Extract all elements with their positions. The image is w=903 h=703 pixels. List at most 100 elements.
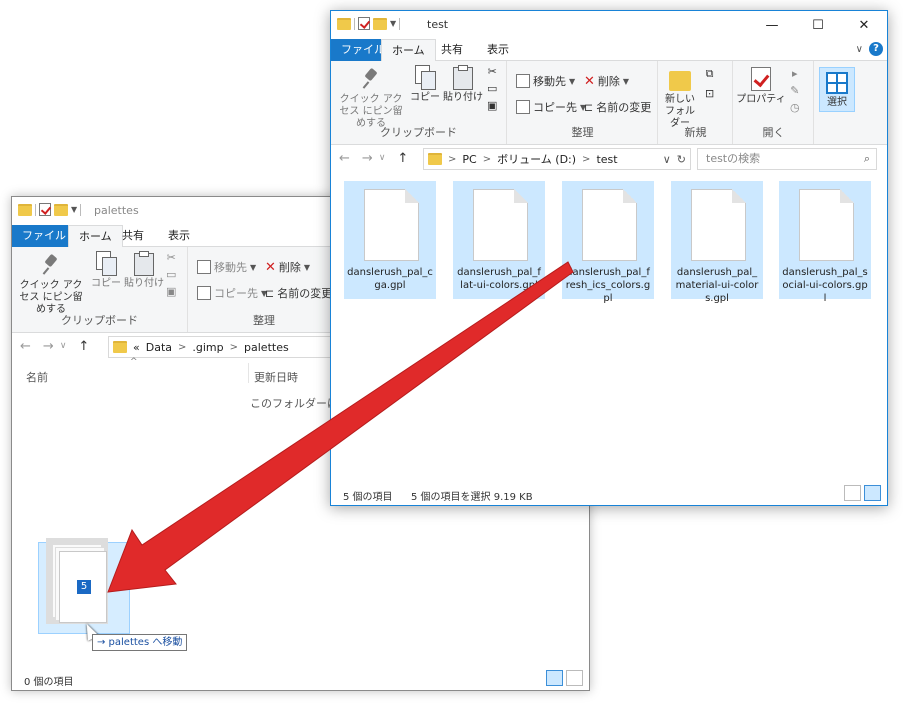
tab-file[interactable]: ファイル <box>12 225 76 247</box>
history-icon[interactable]: ◷ <box>790 101 800 114</box>
paste-shortcut-icon[interactable]: ▣ <box>487 99 497 112</box>
paste-shortcut-icon[interactable]: ▣ <box>166 285 176 298</box>
recent-dropdown-icon[interactable]: ∨ <box>60 339 67 354</box>
breadcrumb-overflow[interactable]: « <box>133 341 140 354</box>
breadcrumb-chevron-icon[interactable]: > <box>178 342 186 353</box>
breadcrumb-chevron-icon[interactable]: > <box>582 154 590 165</box>
pin-quick-access-button[interactable]: クイック アクセス にピン留めする <box>16 255 86 316</box>
breadcrumb-item[interactable]: test <box>596 153 617 166</box>
copy-path-icon[interactable]: ▭ <box>487 82 497 95</box>
new-folder-icon[interactable] <box>54 203 68 216</box>
file-item[interactable]: danslerush_pal_material-ui-colors.gpl <box>671 181 763 304</box>
select-button[interactable]: 選択 <box>819 67 855 112</box>
easy-access-icon[interactable]: ⊡ <box>705 87 714 100</box>
customize-dropdown-icon[interactable]: ▼ <box>71 205 77 214</box>
properties-check-icon[interactable] <box>39 203 51 216</box>
edit-icon[interactable]: ✎ <box>790 84 799 97</box>
clipboard-group: クイック アクセス にピン留めする コピー 貼り付け ✂ ▭ ▣ クリップボード <box>331 61 507 144</box>
drop-tooltip: → palettes へ移動 <box>92 634 188 651</box>
tab-view[interactable]: 表示 <box>477 39 519 61</box>
collapse-ribbon-icon[interactable]: ∨ <box>856 44 863 55</box>
breadcrumb-chevron-icon[interactable]: > <box>230 342 238 353</box>
large-icons-view-icon[interactable] <box>566 670 583 686</box>
sort-indicator-icon: ^ <box>130 357 138 367</box>
search-icon[interactable]: ⌕ <box>864 149 870 169</box>
move-to-label: 移動先 <box>214 261 247 274</box>
up-arrow-icon[interactable]: ↑ <box>397 151 408 166</box>
up-arrow-icon[interactable]: ↑ <box>78 339 89 354</box>
move-to-button[interactable]: 移動先 ▼ <box>197 259 256 275</box>
search-input[interactable]: testの検索 ⌕ <box>697 148 877 170</box>
minimize-icon[interactable]: — <box>749 11 795 39</box>
recent-dropdown-icon[interactable]: ∨ <box>379 151 386 166</box>
file-item[interactable]: danslerush_pal_cga.gpl <box>344 181 436 299</box>
pin-quick-access-button[interactable]: クイック アクセス にピン留めする <box>335 69 407 130</box>
rename-button[interactable]: ⊏ 名前の変更 <box>265 285 332 301</box>
file-item[interactable]: danslerush_pal_flat-ui-colors.gpl <box>453 181 545 299</box>
tab-view[interactable]: 表示 <box>158 225 200 247</box>
back-arrow-icon[interactable]: ← <box>339 151 350 166</box>
rename-button[interactable]: ⊏ 名前の変更 <box>584 99 651 115</box>
copy-to-button[interactable]: コピー先 ▼ <box>516 99 586 115</box>
details-view-icon[interactable] <box>546 670 563 686</box>
breadcrumb-item[interactable]: Data <box>146 341 172 354</box>
column-header-name[interactable]: 名前 <box>26 369 48 385</box>
address-dropdown-icon[interactable]: ∨ <box>663 153 671 166</box>
forward-arrow-icon[interactable]: → <box>362 151 373 166</box>
new-folder-icon <box>669 69 691 91</box>
paste-icon <box>134 251 154 276</box>
file-name: danslerush_pal_flat-ui-colors.gpl <box>457 267 541 291</box>
help-icon[interactable]: ? <box>869 42 883 56</box>
copy-button[interactable]: コピー <box>90 251 122 290</box>
column-header-date[interactable]: 更新日時 <box>254 369 298 385</box>
copy-path-icon[interactable]: ▭ <box>166 268 176 281</box>
new-item-icon[interactable]: ⧉ <box>706 67 714 81</box>
properties-check-icon[interactable] <box>358 17 370 30</box>
move-to-button[interactable]: 移動先 ▼ <box>516 73 575 89</box>
tab-share[interactable]: 共有 <box>112 225 154 247</box>
delete-button[interactable]: ✕ 削除 ▼ <box>265 259 310 275</box>
close-icon[interactable]: ✕ <box>841 11 887 39</box>
column-divider[interactable] <box>248 363 249 383</box>
file-item[interactable]: danslerush_pal_fresh_ics_colors.gpl <box>562 181 654 304</box>
paste-label: 貼り付け <box>124 278 164 289</box>
new-folder-button[interactable]: 新しい フォルダー <box>663 69 697 130</box>
delete-button[interactable]: ✕ 削除 ▼ <box>584 73 629 89</box>
title-bar[interactable]: ▼ test — ☐ ✕ <box>331 11 887 39</box>
breadcrumb-item[interactable]: .gimp <box>192 341 223 354</box>
copy-button[interactable]: コピー <box>409 65 441 104</box>
properties-button[interactable]: プロパティ <box>736 67 786 106</box>
folder-icon <box>428 153 442 165</box>
tab-home[interactable]: ホーム <box>381 39 436 62</box>
file-item[interactable]: danslerush_pal_social-ui-colors.gpl <box>779 181 871 304</box>
copy-to-button[interactable]: コピー先 ▼ <box>197 285 267 301</box>
address-bar[interactable]: > PC > ボリューム (D:) > test ∨ ↻ <box>423 148 691 170</box>
folder-icon <box>113 341 127 353</box>
details-view-icon[interactable] <box>844 485 861 501</box>
large-icons-view-icon[interactable] <box>864 485 881 501</box>
copy-icon <box>96 251 117 276</box>
breadcrumb-item[interactable]: palettes <box>244 341 289 354</box>
maximize-icon[interactable]: ☐ <box>795 11 841 39</box>
test-explorer-window[interactable]: ▼ test — ☐ ✕ ファイル ホーム 共有 表示 ∨ ? クイック アクセ… <box>330 10 888 506</box>
tab-share[interactable]: 共有 <box>431 39 473 61</box>
back-arrow-icon[interactable]: ← <box>20 339 31 354</box>
new-folder-icon[interactable] <box>373 17 387 30</box>
item-count: 5 個の項目 <box>343 492 393 503</box>
copy-icon <box>415 65 436 90</box>
file-grid[interactable]: danslerush_pal_cga.gpl danslerush_pal_fl… <box>331 173 887 483</box>
breadcrumb-item[interactable]: ボリューム (D:) <box>497 151 576 167</box>
paste-button[interactable]: 貼り付け <box>124 251 164 290</box>
refresh-icon[interactable]: ↻ <box>677 153 686 166</box>
breadcrumb-item[interactable]: PC <box>462 153 476 166</box>
customize-dropdown-icon[interactable]: ▼ <box>390 19 396 28</box>
breadcrumb-chevron-icon[interactable]: > <box>483 154 491 165</box>
open-icon[interactable]: ▸ <box>792 67 798 80</box>
breadcrumb-chevron-icon[interactable]: > <box>448 154 456 165</box>
cut-icon[interactable]: ✂ <box>488 65 497 78</box>
forward-arrow-icon[interactable]: → <box>43 339 54 354</box>
cut-icon[interactable]: ✂ <box>167 251 176 264</box>
window-title: palettes <box>94 204 139 217</box>
paste-button[interactable]: 貼り付け <box>443 65 483 104</box>
status-bar: 5 個の項目 5 個の項目を選択 9.19 KB <box>331 483 887 505</box>
